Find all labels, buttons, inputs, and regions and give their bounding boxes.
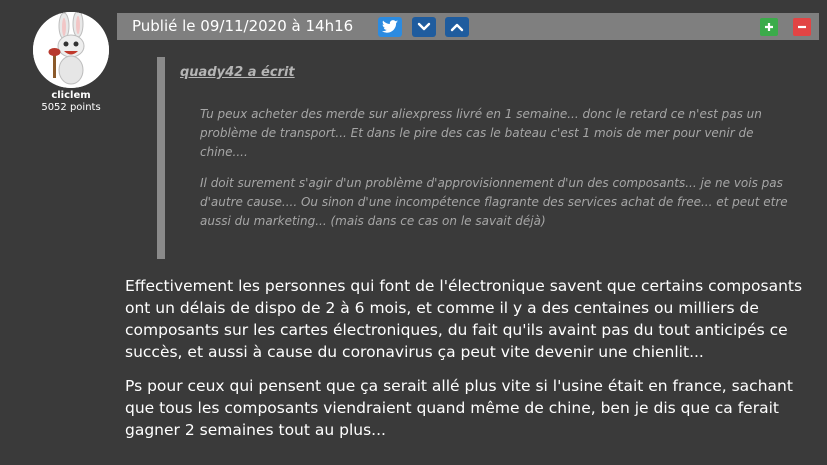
scroll-down-button[interactable] xyxy=(412,17,436,37)
twitter-icon xyxy=(382,20,398,33)
quote-block: quady42 a écrit Tu peux acheter des merd… xyxy=(157,57,805,259)
avatar[interactable] xyxy=(33,12,109,88)
twitter-share-button[interactable] xyxy=(378,17,402,37)
chevron-up-icon xyxy=(450,23,464,32)
quote-paragraph: Il doit surement s'agir d'un problème d'… xyxy=(200,176,788,228)
rabbid-avatar-image xyxy=(33,12,109,88)
downvote-button[interactable] xyxy=(793,18,811,36)
message-paragraph: Ps pour ceux qui pensent que ça serait a… xyxy=(125,377,793,439)
user-card: cliclem 5052 points xyxy=(33,12,109,113)
scroll-up-button[interactable] xyxy=(445,17,469,37)
plus-icon xyxy=(765,23,773,31)
user-points: 5052 points xyxy=(41,102,101,113)
quote-author[interactable]: quady42 a écrit xyxy=(180,65,295,80)
quote-paragraph: Tu peux acheter des merde sur aliexpress… xyxy=(200,107,762,159)
minus-icon xyxy=(798,25,806,29)
post-header-bar: Publié le 09/11/2020 à 14h16 xyxy=(117,13,819,40)
upvote-button[interactable] xyxy=(760,18,778,36)
message-paragraph: Effectivement les personnes qui font de … xyxy=(125,277,803,361)
username[interactable]: cliclem xyxy=(33,90,109,101)
post-date: Publié le 09/11/2020 à 14h16 xyxy=(132,17,354,35)
chevron-down-icon xyxy=(417,22,431,31)
